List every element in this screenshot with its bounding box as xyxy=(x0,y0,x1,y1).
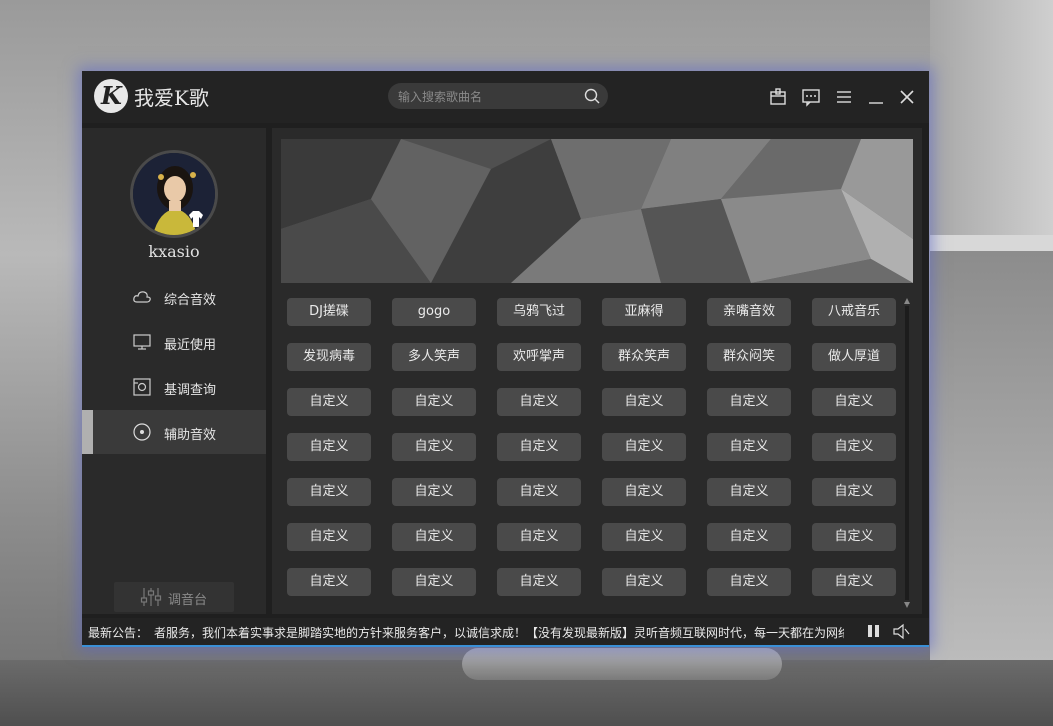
effect-button[interactable]: 自定义 xyxy=(812,388,896,416)
mixer-label: 调音台 xyxy=(168,593,208,608)
effect-button[interactable]: 自定义 xyxy=(497,388,581,416)
monitor-icon xyxy=(133,334,151,350)
effect-button[interactable]: 自定义 xyxy=(497,523,581,551)
image-search-icon xyxy=(133,378,151,396)
effect-button[interactable]: 自定义 xyxy=(707,433,791,461)
search-input[interactable] xyxy=(396,87,580,107)
menu-icon[interactable] xyxy=(834,87,854,107)
scrollbar[interactable] xyxy=(904,298,910,608)
effect-button[interactable]: 自定义 xyxy=(497,433,581,461)
effect-button[interactable]: 八戒音乐 xyxy=(812,298,896,326)
sidebar-item-comprehensive-effects[interactable]: 综合音效 xyxy=(82,275,266,319)
sidebar-item-key-query[interactable]: 基调查询 xyxy=(82,365,266,409)
effect-button[interactable]: 自定义 xyxy=(707,523,791,551)
effect-button[interactable]: 做人厚道 xyxy=(812,343,896,371)
sidebar-item-label: 综合音效 xyxy=(164,293,217,308)
effect-button[interactable]: 自定义 xyxy=(497,478,581,506)
cloud-icon xyxy=(133,291,151,303)
minimize-icon[interactable] xyxy=(866,87,886,107)
effect-button[interactable]: 自定义 xyxy=(602,523,686,551)
effect-button[interactable]: 欢呼掌声 xyxy=(497,343,581,371)
banner-image xyxy=(281,139,913,283)
sidebar-item-label: 辅助音效 xyxy=(164,428,217,443)
app-logo-icon: K xyxy=(94,79,128,113)
effect-button[interactable]: 自定义 xyxy=(497,568,581,596)
background-monitor-stand xyxy=(462,648,782,680)
effect-button[interactable]: 自定义 xyxy=(287,568,371,596)
target-icon xyxy=(133,423,151,441)
active-indicator xyxy=(82,410,93,454)
effect-button[interactable]: 自定义 xyxy=(392,433,476,461)
effect-button[interactable]: 自定义 xyxy=(812,478,896,506)
effect-button[interactable]: 自定义 xyxy=(392,388,476,416)
effect-button[interactable]: 自定义 xyxy=(812,568,896,596)
sidebar-item-label: 最近使用 xyxy=(164,338,217,353)
effect-button[interactable]: gogo xyxy=(392,298,476,326)
notice-text: 者服务，我们本着实事求是脚踏实地的方针来服务客户，以诚信求成！【没有发现最新版】… xyxy=(154,626,844,640)
effect-button[interactable]: 自定义 xyxy=(602,388,686,416)
effect-button[interactable]: 自定义 xyxy=(392,523,476,551)
effect-button[interactable]: 自定义 xyxy=(287,388,371,416)
effect-button[interactable]: 自定义 xyxy=(392,568,476,596)
search-icon[interactable] xyxy=(584,88,600,104)
skin-box-icon[interactable] xyxy=(768,87,788,107)
background-shelf xyxy=(930,235,1053,251)
effect-button[interactable]: 自定义 xyxy=(812,523,896,551)
effect-button[interactable]: 自定义 xyxy=(392,478,476,506)
notice-label: 最新公告： xyxy=(88,626,149,640)
title-bar[interactable]: K 我爱K歌 xyxy=(82,71,929,123)
effect-button[interactable]: 发现病毒 xyxy=(287,343,371,371)
effect-button[interactable]: 自定义 xyxy=(812,433,896,461)
mixer-icon xyxy=(140,588,162,606)
sidebar-item-recent[interactable]: 最近使用 xyxy=(82,320,266,364)
avatar[interactable] xyxy=(130,150,218,238)
close-icon[interactable] xyxy=(897,87,917,107)
scrollbar-track[interactable] xyxy=(905,306,909,600)
effect-button[interactable]: 自定义 xyxy=(602,433,686,461)
effect-button[interactable]: 自定义 xyxy=(707,478,791,506)
effect-button[interactable]: 自定义 xyxy=(602,478,686,506)
effect-button[interactable]: 多人笑声 xyxy=(392,343,476,371)
effect-button[interactable]: 自定义 xyxy=(707,388,791,416)
app-window: K 我爱K歌 输入搜索歌曲名 kxasio 综合音效 最近使用 基调查询 辅助音… xyxy=(82,71,929,647)
effect-button[interactable]: 乌鸦飞过 xyxy=(497,298,581,326)
effect-button[interactable]: 亚麻得 xyxy=(602,298,686,326)
effect-button[interactable]: 自定义 xyxy=(602,568,686,596)
effect-button[interactable]: 群众笑声 xyxy=(602,343,686,371)
effect-button[interactable]: DJ搓碟 xyxy=(287,298,371,326)
pause-icon[interactable] xyxy=(867,624,881,638)
effect-button[interactable]: 自定义 xyxy=(287,523,371,551)
app-title: 我爱K歌 xyxy=(134,86,209,110)
username: kxasio xyxy=(148,242,200,261)
search-box[interactable] xyxy=(388,83,608,109)
main-panel: DJ搓碟 gogo 乌鸦飞过 亚麻得 亲嘴音效 八戒音乐发现病毒 多人笑声 欢呼掌声 群众笑声群… xyxy=(272,128,922,614)
volume-icon[interactable] xyxy=(892,623,910,640)
sidebar: kxasio 综合音效 最近使用 基调查询 辅助音效 调音台 xyxy=(82,128,266,614)
effect-button[interactable]: 自定义 xyxy=(287,478,371,506)
status-bar: 最新公告： 者服务，我们本着实事求是脚踏实地的方针来服务客户，以诚信求成！【没有… xyxy=(82,618,929,647)
sidebar-item-auxiliary-effects[interactable]: 辅助音效 xyxy=(82,410,266,454)
message-icon[interactable] xyxy=(801,87,821,107)
mixer-button[interactable]: 调音台 xyxy=(114,582,234,612)
effect-button[interactable]: 群众闷笑 xyxy=(707,343,791,371)
effect-button[interactable]: 自定义 xyxy=(707,568,791,596)
effect-button[interactable]: 自定义 xyxy=(287,433,371,461)
background-shelf-side xyxy=(930,251,1053,671)
effect-button[interactable]: 亲嘴音效 xyxy=(707,298,791,326)
sidebar-item-label: 基调查询 xyxy=(164,383,217,398)
